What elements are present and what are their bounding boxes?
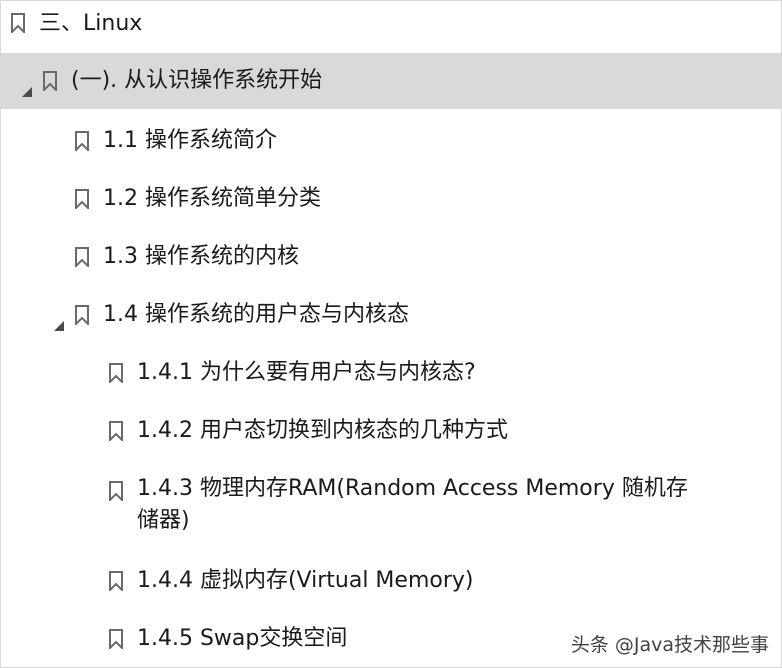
outline-item-1-4-4[interactable]: 1.4.4 虚拟内存(Virtual Memory): [1, 563, 781, 599]
bookmark-icon: [75, 189, 89, 209]
outline-item-label: 1.4.4 虚拟内存(Virtual Memory): [137, 568, 474, 593]
outline-item-label: 1.2 操作系统简单分类: [103, 186, 321, 211]
bookmark-icon: [109, 629, 123, 649]
outline-item-1-4-3[interactable]: 1.4.3 物理内存RAM(Random Access Memory 随机存储器…: [1, 471, 781, 541]
outline-item-chapter-1[interactable]: (一). 从认识操作系统开始: [1, 53, 781, 109]
outline-item-label: 1.4 操作系统的用户态与内核态: [103, 302, 409, 327]
bookmark-icon: [75, 131, 89, 151]
outline-item-linux[interactable]: 三、Linux: [1, 7, 781, 41]
outline-item-1-3[interactable]: 1.3 操作系统的内核: [1, 239, 781, 275]
outline-item-label: (一). 从认识操作系统开始: [71, 68, 323, 93]
outline-item-1-4-1[interactable]: 1.4.1 为什么要有用户态与内核态?: [1, 355, 781, 391]
outline-item-label: 1.3 操作系统的内核: [103, 244, 299, 269]
bookmark-icon: [109, 421, 123, 441]
bookmarks-panel: 三、Linux (一). 从认识操作系统开始 1.1 操作系统简介 1.2 操作…: [0, 0, 782, 668]
outline-item-label: 1.1 操作系统简介: [103, 128, 277, 153]
outline-item-label: 1.4.2 用户态切换到内核态的几种方式: [137, 418, 508, 443]
bookmark-icon: [75, 305, 89, 325]
collapse-triangle-icon[interactable]: [21, 76, 33, 108]
outline-item-label: 1.4.3 物理内存RAM(Random Access Memory 随机存储器…: [137, 476, 688, 533]
outline-item-1-1[interactable]: 1.1 操作系统简介: [1, 123, 781, 159]
outline-item-label: 1.4.5 Swap交换空间: [137, 626, 348, 651]
bookmark-icon: [43, 71, 57, 91]
outline-item-label: 三、Linux: [39, 11, 143, 36]
bookmark-icon: [75, 247, 89, 267]
bookmark-icon: [109, 481, 123, 501]
bookmark-icon: [109, 363, 123, 383]
collapse-triangle-icon[interactable]: [53, 310, 65, 342]
outline-item-1-4[interactable]: 1.4 操作系统的用户态与内核态: [1, 297, 781, 333]
watermark-text: 头条 @Java技术那些事: [570, 634, 769, 656]
outline-item-1-4-2[interactable]: 1.4.2 用户态切换到内核态的几种方式: [1, 413, 781, 449]
outline-item-label: 1.4.1 为什么要有用户态与内核态?: [137, 360, 476, 385]
outline-item-1-2[interactable]: 1.2 操作系统简单分类: [1, 181, 781, 217]
bookmark-icon: [11, 13, 25, 33]
bookmark-icon: [109, 571, 123, 591]
